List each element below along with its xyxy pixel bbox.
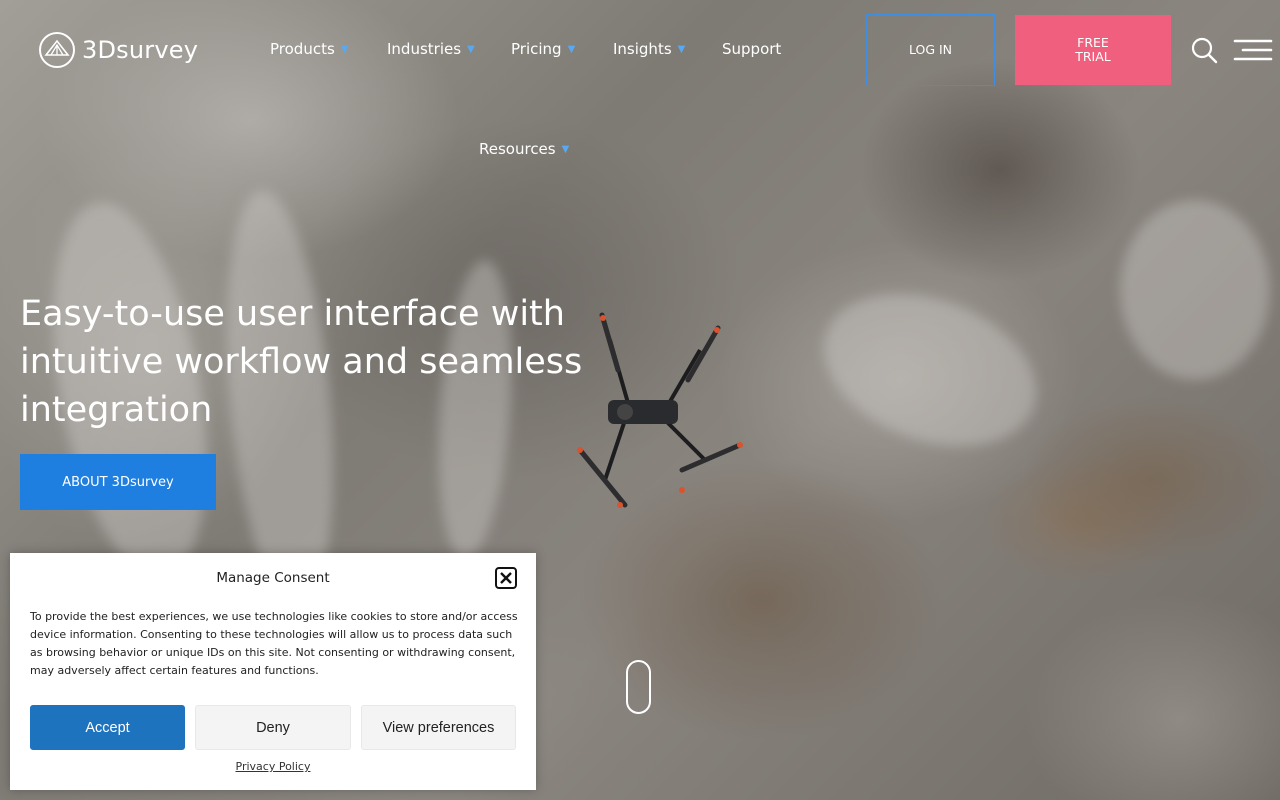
close-icon[interactable] [495, 567, 517, 589]
about-button[interactable]: ABOUT 3Dsurvey [20, 454, 216, 510]
brand-name: 3Dsurvey [82, 36, 199, 64]
accept-button[interactable]: Accept [30, 705, 185, 750]
nav-label: Insights [613, 40, 672, 58]
search-icon[interactable] [1190, 36, 1218, 64]
chevron-down-icon: ▼ [567, 43, 576, 55]
chevron-down-icon: ▼ [467, 43, 475, 55]
view-preferences-button[interactable]: View preferences [361, 705, 516, 750]
nav-label: Industries [387, 40, 462, 58]
nav-item-support[interactable]: Support [722, 40, 781, 58]
nav-item-resources[interactable]: Resources ▼ [479, 140, 569, 158]
nav-label: Resources [479, 140, 556, 158]
chevron-down-icon: ▼ [340, 43, 349, 55]
scroll-down-indicator[interactable] [626, 660, 651, 714]
free-trial-button[interactable]: FREE TRIAL [1015, 15, 1171, 85]
chevron-down-icon: ▼ [561, 143, 570, 155]
close-x-glyph [500, 572, 512, 584]
nav-label: Products [270, 40, 335, 58]
3dsurvey-logo-icon [39, 32, 75, 68]
nav-label: Support [722, 40, 782, 58]
nav-item-pricing[interactable]: Pricing ▼ [511, 40, 575, 58]
sand-streak [802, 266, 1058, 474]
nav-item-insights[interactable]: Insights ▼ [613, 40, 685, 58]
login-button[interactable]: LOG IN [866, 14, 995, 86]
nav-label: Pricing [511, 40, 562, 58]
nav-item-industries[interactable]: Industries ▼ [387, 40, 475, 58]
privacy-policy-link[interactable]: Privacy Policy [10, 760, 536, 773]
sand-streak [1120, 200, 1270, 380]
site-logo[interactable]: 3Dsurvey [38, 31, 198, 69]
consent-body: To provide the best experiences, we use … [30, 610, 518, 677]
hamburger-menu-icon[interactable] [1233, 38, 1273, 62]
chevron-down-icon: ▼ [677, 43, 686, 55]
nav-item-products[interactable]: Products ▼ [270, 40, 348, 58]
consent-dialog: Manage Consent To provide the best exper… [10, 553, 536, 790]
hero-title: Easy-to-use user interface with intuitiv… [20, 294, 583, 430]
consent-title: Manage Consent [216, 570, 330, 586]
deny-button[interactable]: Deny [195, 705, 351, 750]
